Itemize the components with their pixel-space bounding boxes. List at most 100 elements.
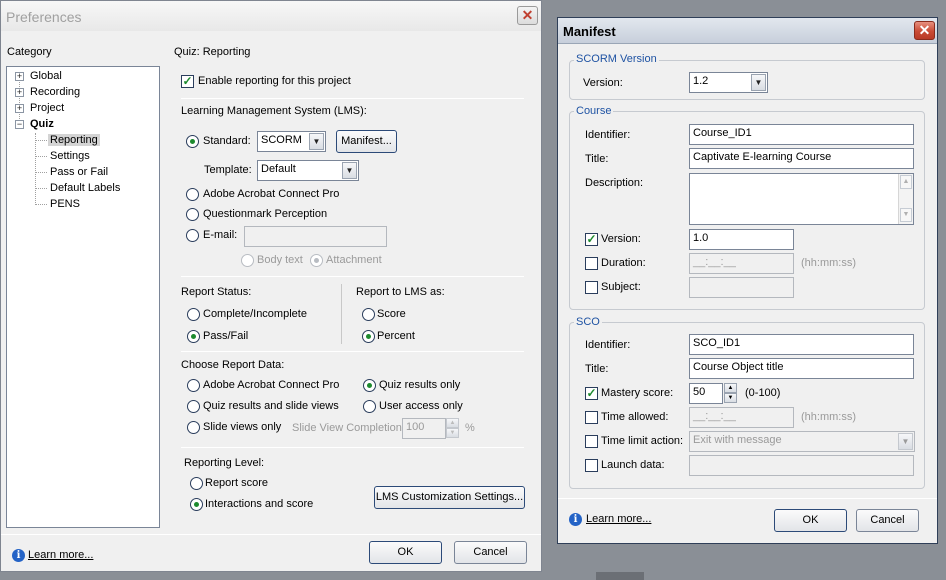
spin-down-icon[interactable]: ▼ [446, 428, 459, 438]
mastery-checkbox[interactable]: ✓ [585, 387, 598, 400]
preferences-titlebar[interactable]: Preferences ✕ [1, 1, 541, 31]
lms-customization-button[interactable]: LMS Customization Settings... [374, 486, 525, 509]
identifier-label: Identifier: [585, 129, 631, 141]
identifier-value: Course_ID1 [693, 127, 752, 139]
tree-item-reporting[interactable]: Reporting [48, 134, 100, 146]
scroll-down-icon[interactable]: ▼ [900, 208, 912, 222]
course-version-checkbox[interactable]: ✓ [585, 233, 598, 246]
score-radio[interactable] [362, 308, 375, 321]
tree-item-default-labels[interactable]: Default Labels [50, 182, 120, 194]
report-score-radio[interactable] [190, 477, 203, 490]
email-input[interactable] [244, 226, 387, 247]
complete-incomplete-radio[interactable] [187, 308, 200, 321]
enable-reporting-checkbox[interactable]: ✓ [181, 75, 194, 88]
info-icon: i [569, 513, 582, 526]
acrobat-connect-radio[interactable] [186, 188, 199, 201]
user-access-only-radio[interactable] [363, 400, 376, 413]
preferences-close-button[interactable]: ✕ [517, 6, 538, 25]
email-label: E-mail: [203, 229, 238, 241]
learn-more-link[interactable]: Learn more... [28, 549, 93, 561]
slide-view-completion-label: Slide View Completion: [292, 422, 405, 434]
time-allowed-input[interactable]: __:__:__ [689, 407, 794, 428]
score-label: Score [377, 308, 406, 320]
body-text-radio[interactable] [241, 254, 254, 267]
launch-data-input[interactable] [689, 455, 914, 476]
manifest-learn-more-link[interactable]: Learn more... [586, 513, 651, 525]
tree-item-pens[interactable]: PENS [50, 198, 80, 210]
crd-acrobat-radio[interactable] [187, 379, 200, 392]
slide-views-only-radio[interactable] [187, 421, 200, 434]
subject-checkbox[interactable] [585, 281, 598, 294]
tree-item-settings[interactable]: Settings [50, 150, 90, 162]
sco-title-input[interactable]: Course Object title [689, 358, 914, 379]
duration-checkbox[interactable] [585, 257, 598, 270]
interactions-score-label: Interactions and score [205, 498, 314, 510]
tree-item-project[interactable]: Project [30, 102, 64, 114]
time-limit-checkbox[interactable] [585, 435, 598, 448]
crd-acrobat-label: Adobe Acrobat Connect Pro [203, 379, 340, 391]
time-limit-select[interactable]: Exit with message ▼ [689, 431, 915, 452]
manifest-titlebar[interactable]: Manifest ✕ [558, 18, 937, 44]
divider [181, 447, 524, 448]
questionmark-radio[interactable] [186, 208, 199, 221]
manifest-ok-button[interactable]: OK [774, 509, 847, 532]
tree-item-global[interactable]: Global [30, 70, 62, 82]
time-allowed-checkbox[interactable] [585, 411, 598, 424]
title-label: Title: [585, 153, 609, 165]
duration-value: __:__:__ [693, 256, 736, 268]
template-select[interactable]: Default ▼ [257, 160, 359, 181]
course-version-input[interactable]: 1.0 [689, 229, 794, 250]
tree-item-recording[interactable]: Recording [30, 86, 80, 98]
preferences-cancel-button[interactable]: Cancel [454, 541, 527, 564]
title-input[interactable]: Captivate E-learning Course [689, 148, 914, 169]
email-radio[interactable] [186, 229, 199, 242]
user-access-only-label: User access only [379, 400, 463, 412]
preferences-ok-button[interactable]: OK [369, 541, 442, 564]
tree-item-quiz[interactable]: Quiz [30, 118, 54, 130]
manifest-close-button[interactable]: ✕ [914, 21, 935, 40]
quiz-results-slide-views-radio[interactable] [187, 400, 200, 413]
description-scrollbar[interactable]: ▲ ▼ [898, 174, 913, 224]
standard-radio[interactable] [186, 135, 199, 148]
mastery-label: Mastery score: [601, 387, 674, 399]
expand-project-icon[interactable]: + [15, 104, 24, 113]
tree-line [35, 188, 47, 189]
quiz-results-only-label: Quiz results only [379, 379, 461, 391]
manifest-button[interactable]: Manifest... [336, 130, 397, 153]
attachment-radio[interactable] [310, 254, 323, 267]
expand-recording-icon[interactable]: + [15, 88, 24, 97]
reporting-level-label: Reporting Level: [184, 457, 265, 469]
percent-radio[interactable] [362, 330, 375, 343]
sco-identifier-input[interactable]: SCO_ID1 [689, 334, 914, 355]
subject-input[interactable] [689, 277, 794, 298]
lms-label: Learning Management System (LMS): [181, 105, 367, 117]
body-text-label: Body text [257, 254, 303, 266]
spin-down-icon[interactable]: ▼ [724, 393, 737, 403]
description-textarea[interactable]: ▲ ▼ [689, 173, 914, 225]
standard-select[interactable]: SCORM ▼ [257, 131, 326, 152]
scroll-up-icon[interactable]: ▲ [900, 175, 912, 189]
interactions-score-radio[interactable] [190, 498, 203, 511]
description-label: Description: [585, 177, 644, 189]
launch-data-checkbox[interactable] [585, 459, 598, 472]
spin-up-icon[interactable]: ▲ [446, 418, 459, 428]
expand-global-icon[interactable]: + [15, 72, 24, 81]
version-select[interactable]: 1.2 ▼ [689, 72, 768, 93]
category-tree[interactable]: + Global + Recording + Project − Quiz Re… [6, 66, 160, 528]
slide-view-completion-input[interactable]: 100 [402, 418, 446, 439]
course-group-title: Course [574, 105, 614, 117]
manifest-cancel-button[interactable]: Cancel [856, 509, 919, 532]
tree-line [35, 172, 47, 173]
tree-item-pass-or-fail[interactable]: Pass or Fail [50, 166, 108, 178]
quiz-results-only-radio[interactable] [363, 379, 376, 392]
identifier-input[interactable]: Course_ID1 [689, 124, 914, 145]
mastery-input[interactable]: 50 [689, 383, 723, 404]
mastery-value: 50 [693, 386, 706, 398]
pass-fail-radio[interactable] [187, 330, 200, 343]
spin-up-icon[interactable]: ▲ [724, 383, 737, 393]
collapse-quiz-icon[interactable]: − [15, 120, 24, 129]
duration-input[interactable]: __:__:__ [689, 253, 794, 274]
version-label: Version: [583, 77, 623, 89]
pass-fail-label: Pass/Fail [203, 330, 249, 342]
attachment-label: Attachment [326, 254, 382, 266]
